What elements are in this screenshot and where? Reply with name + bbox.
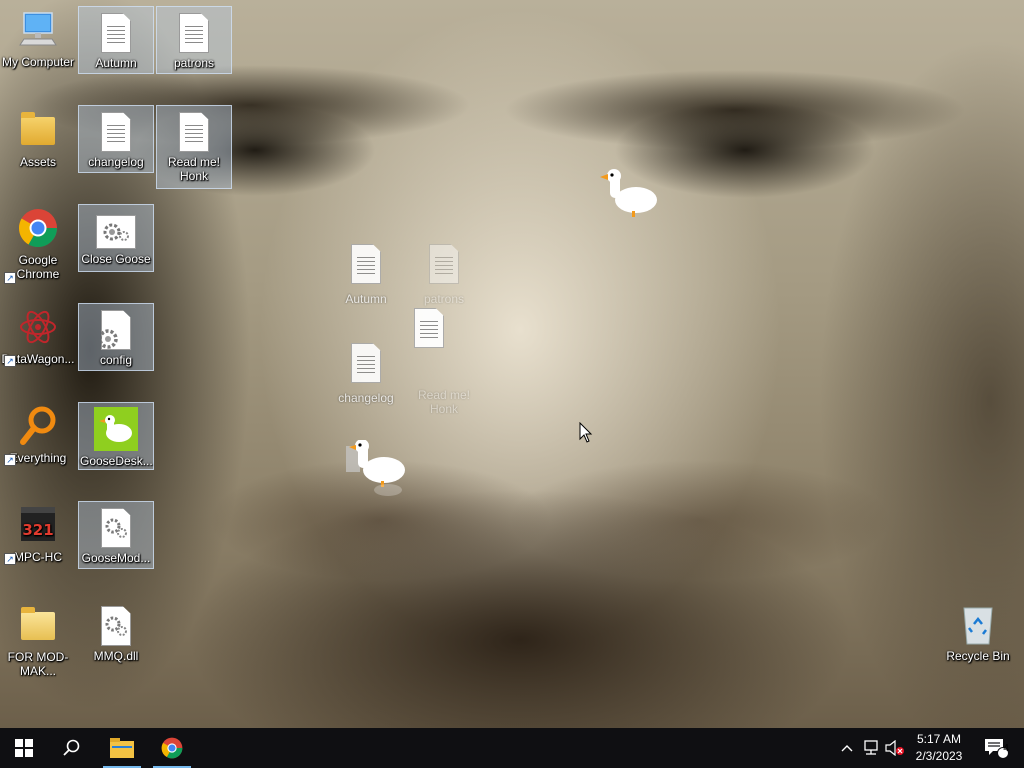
clock[interactable]: 5:17 AM 2/3/2023: [908, 728, 970, 768]
desktop-icon-label: Read me! Honk: [167, 155, 221, 183]
desktop-icon-label: GooseDesk...: [80, 454, 153, 468]
settings-file-icon: [101, 508, 131, 548]
shortcut-arrow-icon: ↗: [4, 355, 16, 367]
desktop-icon-label: Autumn: [95, 56, 137, 70]
mpc-hc-icon: 321: [21, 507, 55, 541]
text-document-icon: [101, 112, 131, 152]
dragged-ghost-read-me-honk: Read me! Honk: [406, 350, 482, 416]
mmq-dll-file-icon[interactable]: MMQ.dll: [78, 600, 154, 668]
datawagon-desktop-icon[interactable]: ↗ DataWagon...: [0, 301, 76, 369]
google-chrome-desktop-icon[interactable]: ↗ Google Chrome: [0, 202, 76, 286]
desktop-icon-label: patrons: [173, 56, 215, 70]
text-document-icon: [414, 308, 444, 348]
action-center-button[interactable]: 4: [976, 728, 1016, 768]
desktop-icon-label: Close Goose: [81, 252, 151, 266]
patrons-file-icon[interactable]: patrons: [156, 6, 232, 74]
my-computer-desktop-icon[interactable]: My Computer: [0, 4, 76, 72]
text-document-icon: [179, 13, 209, 53]
desktop-icon-label: Recycle Bin: [946, 649, 1010, 663]
dragged-ghost-autumn: Autumn: [328, 242, 404, 306]
close-goose-file-icon[interactable]: Close Goose: [78, 204, 154, 272]
chrome-icon: [18, 209, 58, 248]
goose-sprite[interactable]: [346, 440, 410, 496]
mouse-cursor-icon: [579, 422, 593, 443]
goosemod-file-icon[interactable]: GooseMod...: [78, 501, 154, 569]
chevron-up-icon: [841, 745, 853, 752]
text-document-icon: [179, 112, 209, 152]
ghost-label: Read me! Honk: [417, 388, 471, 416]
windows-start-icon: [15, 739, 33, 757]
goose-icon: [94, 407, 138, 451]
dragged-ghost-patrons: patrons: [406, 242, 482, 306]
taskbar-app-file-explorer[interactable]: [99, 728, 145, 768]
notification-count: 4: [1003, 743, 1009, 754]
volume-muted-icon: [885, 740, 904, 756]
recycle-bin-desktop-icon[interactable]: Recycle Bin: [940, 598, 1016, 666]
recycle-bin-icon: [963, 607, 993, 645]
shortcut-arrow-icon: ↗: [4, 272, 16, 284]
shortcut-arrow-icon: ↗: [4, 553, 16, 565]
autumn-file-icon[interactable]: Autumn: [78, 6, 154, 74]
text-document-icon: [351, 244, 381, 284]
desktop-icon-label: changelog: [88, 155, 144, 169]
search-button[interactable]: [48, 728, 96, 768]
network-icon: [864, 740, 878, 755]
shortcut-arrow-icon: ↗: [4, 454, 16, 466]
ghost-label: patrons: [423, 292, 465, 306]
everything-search-icon: [20, 406, 56, 445]
taskbar-app-google-chrome[interactable]: [149, 728, 195, 768]
changelog-file-icon[interactable]: changelog: [78, 105, 154, 173]
show-hidden-icons-button[interactable]: [836, 728, 858, 768]
clock-time: 5:17 AM: [916, 732, 962, 746]
desktop[interactable]: My Computer Assets ↗ Google Chrome ↗ Dat…: [0, 0, 1024, 728]
desktop-icon-label: FOR MOD-MAK...: [7, 650, 69, 678]
settings-file-icon: [96, 215, 136, 249]
ghost-label: changelog: [338, 391, 394, 405]
assets-folder-icon[interactable]: Assets: [0, 103, 76, 171]
search-icon: [63, 739, 80, 756]
desktop-icon-label: config: [99, 353, 133, 367]
folder-icon: [21, 607, 55, 640]
dll-file-icon: [101, 606, 131, 646]
for-mod-makers-folder-icon[interactable]: FOR MOD-MAK...: [0, 598, 76, 682]
config-file-icon[interactable]: config: [78, 303, 154, 371]
goosedesktop-exe-icon[interactable]: GooseDesk...: [78, 402, 154, 470]
clock-date: 2/3/2023: [915, 749, 963, 763]
datawagon-icon: [20, 310, 56, 344]
desktop-icon-label: My Computer: [1, 55, 75, 69]
start-button[interactable]: [0, 728, 48, 768]
text-document-icon: [351, 343, 381, 383]
dragged-ghost-changelog: changelog: [328, 341, 404, 405]
chrome-icon: [161, 737, 183, 759]
desktop-icon-label: Assets: [19, 155, 56, 169]
ghost-label: Autumn: [345, 292, 387, 306]
file-explorer-icon: [110, 738, 134, 758]
text-document-icon: [429, 244, 459, 284]
folder-icon: [21, 112, 55, 145]
svg-text:321: 321: [22, 521, 53, 539]
text-document-icon: [101, 13, 131, 53]
taskbar: 5:17 AM 2/3/2023 4: [0, 728, 1024, 768]
volume-tray-button[interactable]: [884, 728, 906, 768]
computer-icon: [19, 12, 57, 46]
goose-sprite[interactable]: [598, 166, 662, 218]
desktop-icon-label: GooseMod...: [81, 551, 151, 565]
mpc-hc-desktop-icon[interactable]: 321 ↗ MPC-HC: [0, 499, 76, 567]
everything-desktop-icon[interactable]: ↗ Everything: [0, 400, 76, 468]
network-tray-button[interactable]: [860, 728, 882, 768]
read-me-honk-file-icon[interactable]: Read me! Honk: [156, 105, 232, 189]
settings-file-icon: [101, 310, 131, 350]
desktop-icon-label: MMQ.dll: [93, 649, 139, 663]
